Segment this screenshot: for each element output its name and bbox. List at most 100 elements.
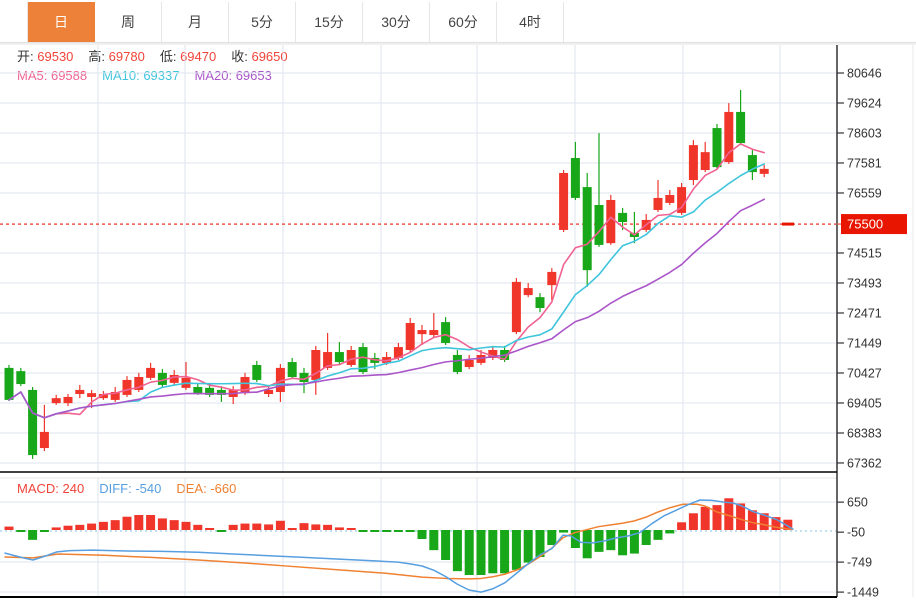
macd-bar — [264, 524, 274, 530]
macd-axis-label: -1449 — [847, 586, 879, 600]
macd-bar — [98, 521, 108, 530]
candle-body — [122, 379, 132, 395]
macd-bar — [452, 529, 462, 572]
diff-line — [4, 499, 794, 593]
candle-body — [39, 431, 49, 449]
macd-bar — [228, 524, 238, 530]
candle-body — [523, 288, 533, 296]
macd-bar — [547, 529, 557, 546]
candle-body — [688, 145, 698, 181]
candle-body — [287, 362, 297, 378]
candle-body — [665, 195, 675, 203]
macd-bar — [618, 529, 628, 556]
macd-bar — [405, 529, 415, 532]
macd-bar — [323, 524, 333, 530]
macd-bar — [87, 523, 97, 530]
macd-bar — [334, 527, 344, 530]
candle-body — [193, 386, 203, 394]
macd-bar — [382, 529, 392, 532]
candle-body — [736, 111, 746, 144]
candle-body — [28, 389, 38, 456]
candle-body — [252, 364, 262, 380]
candle-body — [594, 204, 604, 245]
macd-bar — [488, 529, 498, 574]
price-axis-label: 73493 — [847, 276, 882, 290]
price-axis-label: 79624 — [847, 97, 882, 111]
candle-body — [511, 281, 521, 333]
price-axis-label: 67362 — [847, 456, 882, 470]
candle-body — [464, 359, 474, 368]
macd-bar — [747, 510, 757, 530]
macd-bar — [134, 514, 144, 530]
macd-bar — [75, 524, 85, 530]
candle-body — [582, 187, 592, 271]
macd-bar — [653, 529, 663, 540]
trading-chart-app: 日周月 5分 15分 30分 60分 4时 开: 69530 高: 69780 低: 6947… — [0, 0, 916, 603]
macd-bar — [511, 529, 521, 570]
candlestick-macd-chart[interactable]: 80646 79624 78603 77581 76559 74515 73493 72471… — [0, 0, 916, 603]
candle-body — [146, 367, 156, 378]
macd-bar — [582, 529, 592, 559]
price-axis-label: 80646 — [847, 67, 882, 81]
macd-bar — [700, 506, 710, 530]
current-price-marker — [782, 222, 794, 226]
macd-bar — [688, 513, 698, 530]
ma5-line — [8, 143, 766, 419]
macd-bar — [287, 527, 297, 530]
candle-body — [618, 212, 628, 223]
macd-bar — [169, 520, 179, 530]
macd-bar — [441, 529, 451, 561]
macd-bar — [39, 529, 49, 532]
candle-body — [429, 330, 439, 336]
price-axis-label: 78603 — [847, 126, 882, 140]
macd-bar — [28, 529, 38, 540]
macd-bar — [476, 529, 486, 576]
macd-bar — [429, 529, 439, 551]
candle-body — [759, 168, 769, 174]
macd-bar — [370, 529, 380, 532]
macd-bar — [4, 526, 14, 530]
macd-bar — [523, 529, 533, 563]
macd-bar — [252, 523, 262, 530]
macd-axis-label: 650 — [847, 496, 868, 510]
price-axis-label: 76559 — [847, 186, 882, 200]
macd-bar — [146, 514, 156, 530]
price-axis-label: 77581 — [847, 156, 882, 170]
candle-body — [63, 396, 73, 404]
dea-line — [4, 503, 793, 580]
macd-bar — [122, 516, 132, 530]
candle-body — [51, 398, 61, 404]
price-axis-label: 71449 — [847, 336, 882, 350]
ma20-line — [8, 198, 766, 419]
macd-bar — [299, 523, 309, 530]
macd-bar — [641, 529, 651, 546]
candle-body — [724, 111, 734, 163]
macd-bar — [275, 520, 285, 530]
candle-body — [405, 322, 415, 350]
macd-bar — [712, 505, 722, 530]
macd-bar — [193, 524, 203, 530]
macd-bar — [110, 520, 120, 530]
candle-body — [547, 271, 557, 286]
macd-bar — [665, 529, 675, 534]
macd-bar — [677, 522, 687, 530]
macd-bar — [358, 529, 368, 532]
candle-body — [700, 152, 710, 171]
current-price-label: 75500 — [847, 217, 883, 232]
macd-bar — [16, 529, 26, 532]
macd-bar — [500, 529, 510, 574]
candle-body — [87, 393, 97, 397]
macd-bar — [311, 524, 321, 530]
candle-body — [4, 367, 14, 400]
macd-bar — [240, 523, 250, 530]
macd-bar — [157, 518, 167, 530]
price-axis-label: 68383 — [847, 426, 882, 440]
candle-body — [535, 297, 545, 309]
macd-bar — [51, 527, 61, 530]
candle-body — [75, 389, 85, 395]
macd-bar — [559, 529, 569, 533]
price-axis-label: 69405 — [847, 396, 882, 410]
candle-body — [346, 350, 356, 365]
macd-bar — [393, 529, 403, 532]
ma10-line — [8, 163, 766, 419]
